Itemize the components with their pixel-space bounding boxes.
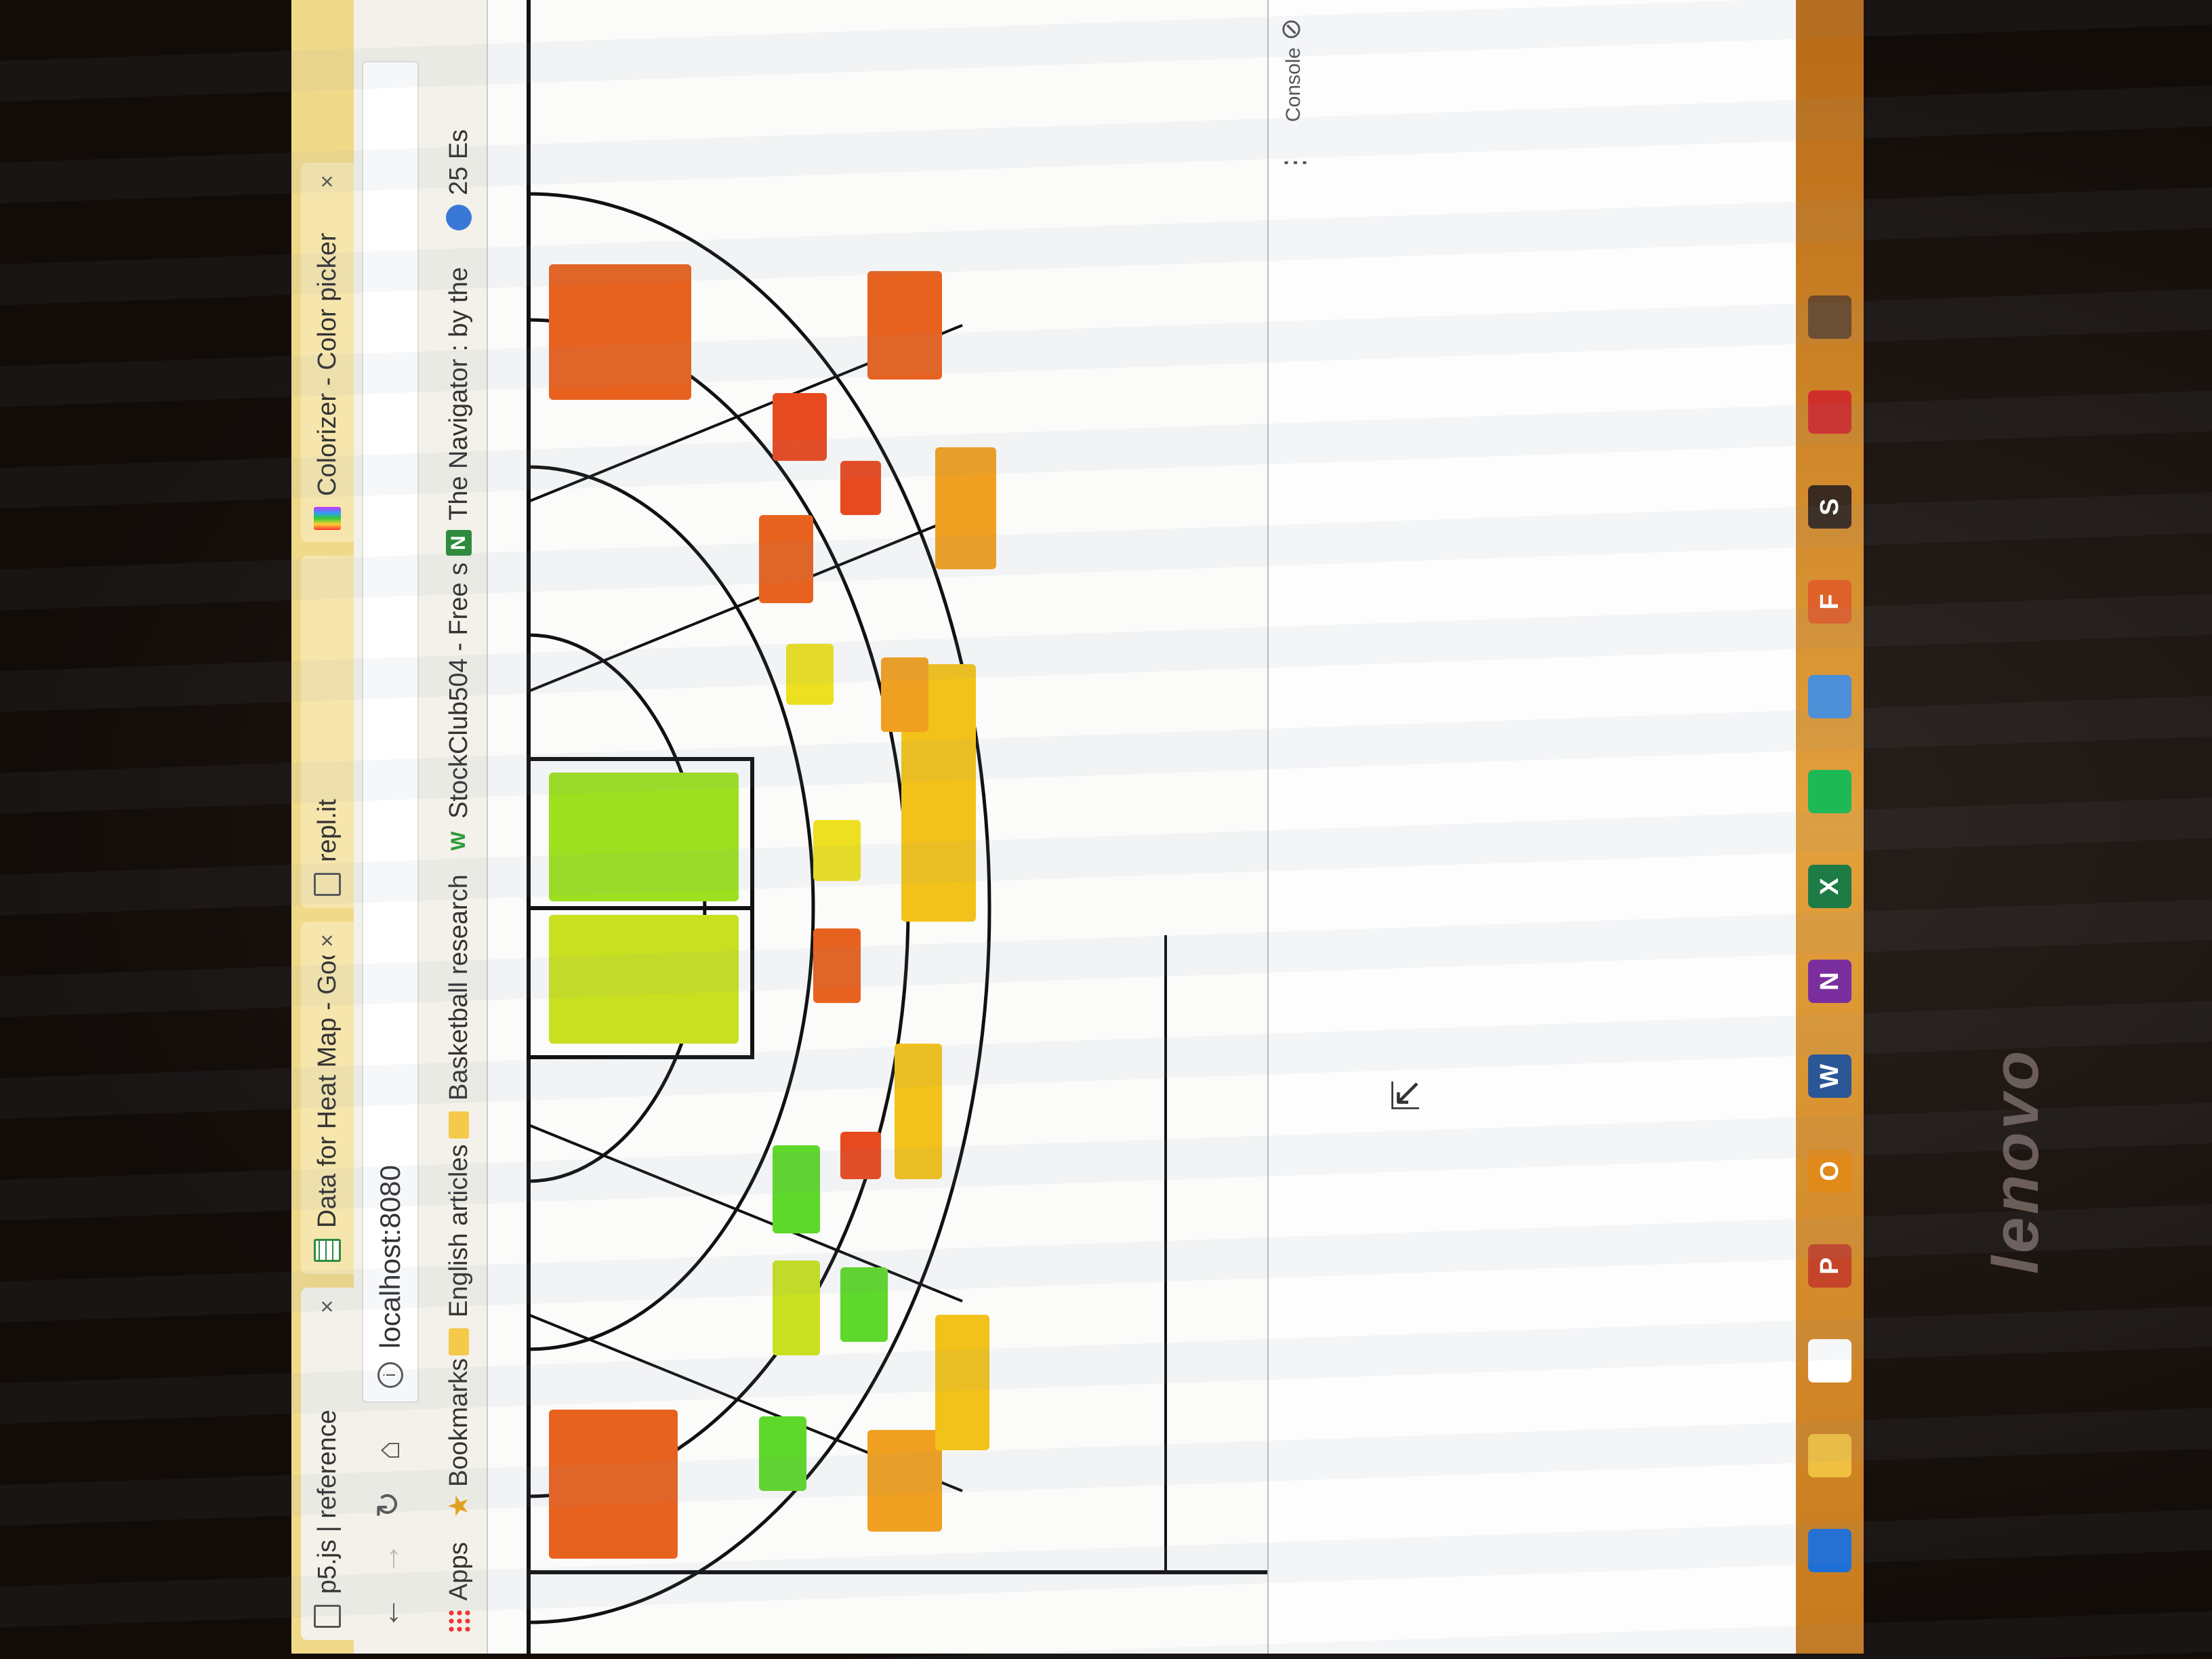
zone-mark-wing-right-deep — [935, 447, 996, 569]
zone-mark-mid-left — [773, 1261, 820, 1355]
onenote-icon[interactable]: N — [1808, 960, 1851, 1003]
bookmark-label: Bookmarks — [444, 1358, 473, 1488]
more-options-icon[interactable]: ⋮ — [1279, 149, 1311, 176]
zone-mark-paint-left — [549, 915, 739, 1044]
powerpoint-icon[interactable]: P — [1808, 1244, 1851, 1288]
tab-title: Colorizer - Color picker — [312, 232, 342, 496]
zone-mark-elbow-right-2 — [786, 644, 834, 705]
tab-repl-it[interactable]: repl.it — [301, 556, 354, 908]
laptop-screen: p5.js | reference × Data for Heat Map - … — [291, 0, 1864, 1654]
game-icon[interactable] — [1808, 295, 1851, 339]
zone-mark-wing-right-small — [840, 461, 881, 515]
zone-mark-wing-left-deep — [935, 1315, 989, 1450]
bookmark-basketball-research[interactable]: Basketball research — [442, 874, 476, 1139]
excel-icon[interactable]: X — [1808, 865, 1851, 908]
bookmark-the-navigator[interactable]: N The Navigator : by the — [442, 267, 476, 556]
tab-title: repl.it — [312, 799, 342, 862]
chrome-icon[interactable] — [1808, 1339, 1851, 1382]
url-text: localhost:8080 — [374, 1165, 406, 1349]
forward-arrow-icon[interactable]: → — [369, 1538, 409, 1579]
n-icon: N — [446, 530, 472, 556]
red-app-icon[interactable] — [1808, 390, 1851, 434]
s-app-icon[interactable]: S — [1808, 485, 1851, 529]
bookmark-25-es[interactable]: 25 Es — [442, 129, 476, 230]
tab-title: p5.js | reference — [312, 1410, 342, 1594]
outlook-icon[interactable]: O — [1808, 1149, 1851, 1193]
bookmark-label: 25 Es — [444, 129, 473, 195]
bookmark-english-articles[interactable]: English articles — [442, 1144, 476, 1355]
bookmark-label: Basketball research — [444, 874, 473, 1101]
windows-taskbar: P O W N X F S — [1796, 0, 1864, 1654]
brand-logo: lenovo — [1980, 1048, 2052, 1274]
bookmark-apps[interactable]: Apps — [442, 1542, 476, 1633]
zone-mark-mid-left-2 — [773, 1145, 820, 1233]
back-arrow-icon[interactable]: ← — [369, 1593, 409, 1633]
clear-console-icon[interactable]: ⊘ — [1275, 18, 1307, 41]
zone-mark-short-right — [773, 393, 827, 461]
w-icon: W — [447, 831, 470, 851]
bookmark-bookmarks[interactable]: ★ Bookmarks — [442, 1358, 476, 1518]
tab-strip: p5.js | reference × Data for Heat Map - … — [291, 0, 354, 1654]
zone-mark-wing-left-mid — [840, 1267, 888, 1342]
bookmarks-bar: Apps ★ Bookmarks English articles Basket… — [430, 0, 488, 1654]
browser-toolbar: ← → ↻ ⌂ i localhost:8080 — [354, 0, 430, 1654]
zone-mark-corner-left — [549, 1410, 678, 1559]
page-icon — [314, 873, 341, 896]
sheets-icon — [314, 1239, 341, 1262]
folder-icon — [449, 1328, 469, 1355]
bookmark-label: StockClub504 - Free s — [444, 562, 473, 819]
apps-icon — [447, 1610, 470, 1633]
windows-start-icon[interactable] — [1808, 1529, 1851, 1572]
file-explorer-icon[interactable] — [1808, 1434, 1851, 1477]
bookmark-label: English articles — [444, 1144, 473, 1317]
zone-mark-wing-left-3 — [895, 1044, 942, 1179]
word-icon[interactable]: W — [1808, 1054, 1851, 1098]
info-icon[interactable]: i — [377, 1362, 403, 1388]
page-icon — [314, 1605, 341, 1628]
tab-colorizer[interactable]: Colorizer - Color picker × — [301, 163, 354, 542]
zone-mark-wing-left-small — [840, 1132, 881, 1179]
zone-mark-mid-right — [759, 515, 813, 603]
photos-icon[interactable] — [1808, 675, 1851, 718]
zone-mark-elbow-right — [881, 657, 928, 732]
address-bar[interactable]: i localhost:8080 — [362, 61, 419, 1403]
photo: p5.js | reference × Data for Heat Map - … — [0, 0, 2212, 1659]
rainbow-icon — [314, 507, 341, 530]
close-icon[interactable]: × — [314, 175, 341, 188]
spotify-icon[interactable] — [1808, 770, 1851, 813]
zone-mark-short-left — [759, 1416, 806, 1491]
star-icon: ★ — [444, 1494, 474, 1518]
home-icon[interactable]: ⌂ — [369, 1430, 409, 1471]
tab-title: Data for Heat Map - Goo — [312, 955, 342, 1228]
circle-icon — [446, 205, 472, 230]
bookmark-label: The Navigator : by the — [444, 267, 473, 520]
zone-mark-mid-center-left — [813, 928, 861, 1003]
zone-mark-corner-right-3 — [867, 271, 942, 380]
zone-mark-paint-right — [549, 773, 739, 901]
bookmark-stockclub504[interactable]: W StockClub504 - Free s — [442, 562, 476, 854]
tab-data-for-heat-map[interactable]: Data for Heat Map - Goo × — [301, 922, 354, 1274]
zone-mark-mid-center-right — [813, 820, 861, 881]
devtools-panel: Console ⋮ ⊘ ⇱ — [1267, 0, 1864, 1654]
zone-mark-corner-left-3 — [867, 1430, 942, 1532]
foxit-icon[interactable]: F — [1808, 580, 1851, 623]
court-heat-map — [527, 0, 1267, 1654]
console-tab[interactable]: Console — [1282, 47, 1305, 122]
folder-icon — [449, 1111, 469, 1139]
close-icon[interactable]: × — [314, 1300, 341, 1313]
reload-icon[interactable]: ↻ — [369, 1484, 409, 1525]
tab-p5js-reference[interactable]: p5.js | reference × — [301, 1288, 354, 1640]
close-icon[interactable]: × — [314, 934, 341, 947]
bookmark-label: Apps — [444, 1542, 473, 1601]
zone-mark-corner-right — [549, 264, 691, 400]
page-content — [488, 0, 1267, 1654]
mouse-cursor-icon: ⇱ — [1385, 1080, 1427, 1111]
